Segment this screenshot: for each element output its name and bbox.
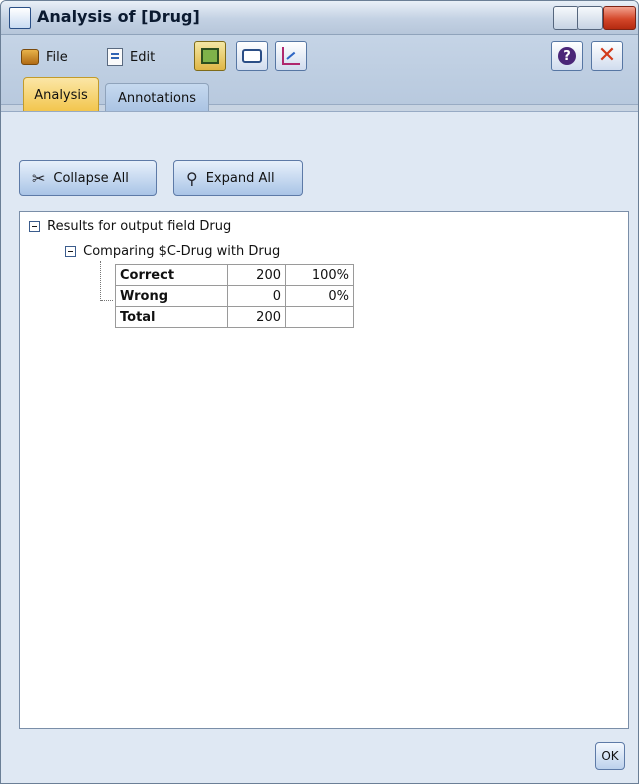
tree-node-results[interactable]: Results for output field Drug	[29, 219, 231, 234]
printer-icon	[242, 49, 262, 63]
chart-button[interactable]	[275, 41, 307, 71]
window-title: Analysis of [Drug]	[37, 7, 200, 26]
tree-node-comparing-label: Comparing $C-Drug with Drug	[83, 244, 281, 259]
table-row: Total 200	[115, 306, 354, 328]
collapse-node-icon[interactable]	[29, 221, 40, 232]
window-close-button[interactable]	[603, 6, 636, 30]
row-count: 0	[227, 285, 286, 307]
edit-menu-label: Edit	[130, 49, 156, 65]
tab-annotations[interactable]: Annotations	[105, 83, 209, 113]
maximize-button[interactable]	[577, 6, 603, 30]
document-edit-icon	[107, 48, 123, 66]
tab-annotations-label: Annotations	[117, 91, 197, 106]
tab-analysis[interactable]: Analysis	[23, 77, 99, 113]
table-row: Correct 200 100%	[115, 264, 354, 286]
collapse-node-icon[interactable]	[65, 246, 76, 257]
row-label: Total	[115, 306, 228, 328]
chart-icon	[282, 47, 300, 65]
help-button[interactable]: ?	[551, 41, 583, 71]
collapse-all-label: Collapse All	[53, 170, 129, 186]
collapse-all-button[interactable]: ✂ Collapse All	[19, 160, 157, 196]
row-percent: 0%	[285, 285, 354, 307]
edit-menu[interactable]: Edit	[107, 43, 155, 71]
export-table-button[interactable]	[194, 41, 226, 71]
ok-label: OK	[601, 749, 619, 763]
row-label: Wrong	[115, 285, 228, 307]
results-table: Correct 200 100% Wrong 0 0% Total 200	[115, 264, 354, 328]
tree-node-results-label: Results for output field Drug	[47, 219, 232, 234]
file-menu[interactable]: File	[21, 43, 68, 71]
ok-button[interactable]: OK	[595, 742, 625, 770]
tree-connector	[100, 261, 101, 301]
tree-connector	[101, 300, 113, 301]
row-count: 200	[227, 264, 286, 286]
table-export-icon	[201, 48, 219, 64]
analysis-window: Analysis of [Drug] File Edit ? ✕ Analysi…	[0, 0, 639, 784]
row-label: Correct	[115, 264, 228, 286]
expand-all-label: Expand All	[205, 170, 275, 186]
magnifier-icon	[9, 7, 31, 29]
row-percent: 100%	[285, 264, 354, 286]
title-bar[interactable]: Analysis of [Drug]	[1, 1, 638, 35]
minimize-button[interactable]	[553, 6, 579, 30]
folder-icon	[21, 49, 39, 65]
help-icon: ?	[558, 47, 576, 65]
print-button[interactable]	[236, 41, 268, 71]
expand-all-button[interactable]: ⚲ Expand All	[173, 160, 303, 196]
tab-analysis-label: Analysis	[34, 88, 88, 103]
collapse-icon: ✂	[32, 168, 46, 188]
row-count: 200	[227, 306, 286, 328]
tree-node-comparing[interactable]: Comparing $C-Drug with Drug	[65, 244, 280, 259]
table-row: Wrong 0 0%	[115, 285, 354, 307]
close-icon: ✕	[597, 43, 617, 68]
expand-icon: ⚲	[186, 168, 198, 188]
close-output-button[interactable]: ✕	[591, 41, 623, 71]
results-tree[interactable]: Results for output field Drug Comparing …	[19, 211, 629, 729]
row-percent	[285, 306, 354, 328]
file-menu-label: File	[46, 49, 68, 65]
